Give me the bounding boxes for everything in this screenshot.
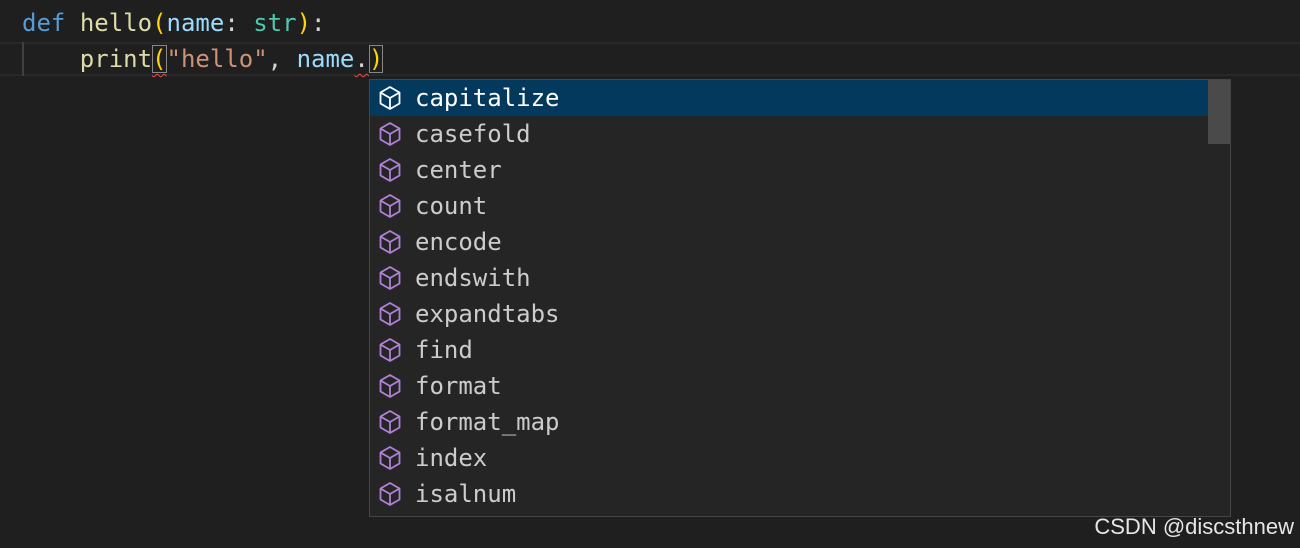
suggest-item-label: center xyxy=(415,156,502,184)
suggest-item[interactable]: capitalize xyxy=(370,80,1208,116)
cube-icon xyxy=(377,121,403,147)
print-call: print xyxy=(79,45,153,73)
comma: , xyxy=(267,45,297,73)
cube-icon xyxy=(377,265,403,291)
cube-icon xyxy=(377,445,403,471)
suggest-item[interactable]: casefold xyxy=(370,116,1208,152)
suggest-item[interactable]: isalnum xyxy=(370,476,1208,512)
cube-icon xyxy=(377,193,403,219)
function-name: hello xyxy=(79,9,153,37)
watermark: CSDN @discsthnew xyxy=(1094,514,1294,539)
parameter-type: str xyxy=(253,9,297,37)
parameter-name: name xyxy=(166,9,225,37)
suggest-item[interactable]: encode xyxy=(370,224,1208,260)
suggest-item[interactable]: endswith xyxy=(370,260,1208,296)
suggest-item-label: isalnum xyxy=(415,480,517,508)
suggest-item-label: index xyxy=(415,444,488,472)
suggest-item[interactable]: format xyxy=(370,368,1208,404)
suggest-item-label: encode xyxy=(415,228,502,256)
cube-icon xyxy=(377,85,403,111)
autocomplete-suggest-widget[interactable]: capitalize casefold center count encode endsw… xyxy=(369,79,1231,517)
cube-icon xyxy=(377,301,403,327)
suggest-item-label: find xyxy=(415,336,473,364)
dot-accessor: . xyxy=(354,45,369,73)
suggest-item-label: capitalize xyxy=(415,84,560,112)
suggest-scroll-thumb[interactable] xyxy=(1208,80,1230,144)
suggest-item[interactable]: expandtabs xyxy=(370,296,1208,332)
suggest-item-label: format_map xyxy=(415,408,560,436)
suggest-scrollbar[interactable] xyxy=(1208,80,1230,516)
suggest-item-label: format xyxy=(415,372,502,400)
cube-icon xyxy=(377,157,403,183)
cube-icon xyxy=(377,373,403,399)
close-paren: ) xyxy=(296,9,312,37)
colon: : xyxy=(224,9,254,37)
suggest-item[interactable]: find xyxy=(370,332,1208,368)
suggest-item[interactable]: center xyxy=(370,152,1208,188)
cube-icon xyxy=(377,481,403,507)
suggest-list[interactable]: capitalize casefold center count encode endsw… xyxy=(370,80,1208,512)
cube-icon xyxy=(377,409,403,435)
open-paren: ( xyxy=(152,9,167,37)
argument-name: name xyxy=(296,45,355,73)
suggest-item-label: endswith xyxy=(415,264,531,292)
cube-icon xyxy=(377,337,403,363)
keyword-def: def xyxy=(22,9,66,37)
suggest-item-label: count xyxy=(415,192,488,220)
open-paren-matched: ( xyxy=(152,45,167,73)
suggest-item-label: expandtabs xyxy=(415,300,560,328)
suggest-item[interactable]: index xyxy=(370,440,1208,476)
cube-icon xyxy=(377,229,403,255)
end-colon: : xyxy=(311,9,326,37)
suggest-item[interactable]: format_map xyxy=(370,404,1208,440)
code-line-1[interactable]: def hello(name: str): xyxy=(22,5,325,41)
string-literal: "hello" xyxy=(166,45,268,73)
code-line-2[interactable]: print("hello", name.) xyxy=(22,41,384,77)
close-paren-matched: ) xyxy=(368,45,384,73)
suggest-item[interactable]: count xyxy=(370,188,1208,224)
suggest-item-label: casefold xyxy=(415,120,531,148)
